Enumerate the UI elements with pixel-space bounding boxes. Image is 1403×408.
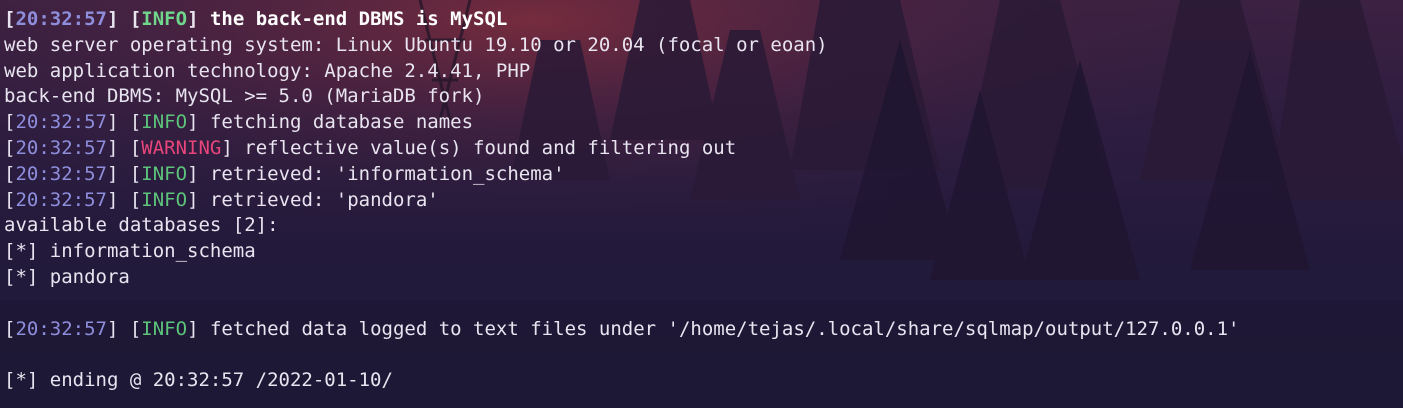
log-line-fetching: [20:32:57] [INFO] fetching database name…	[4, 111, 474, 134]
output-line-ending: [*] ending @ 20:32:57 /2022-01-10/	[4, 369, 393, 392]
level-info: INFO	[141, 111, 188, 134]
log-message: reflective value(s) found and filtering …	[232, 136, 737, 159]
output-line-dbms: back-end DBMS: MySQL >= 5.0 (MariaDB for…	[4, 85, 485, 108]
timestamp: 20:32:57	[15, 136, 107, 159]
log-message: fetching database names	[198, 111, 474, 134]
timestamp: 20:32:57	[15, 317, 107, 340]
output-line-web-tech: web application technology: Apache 2.4.4…	[4, 59, 531, 82]
level-info: INFO	[141, 162, 188, 185]
log-line-output-saved: [20:32:57] [INFO] fetched data logged to…	[4, 317, 1240, 340]
log-message: the back-end DBMS is MySQL	[198, 8, 508, 30]
timestamp: 20:32:57	[15, 188, 107, 211]
log-message: retrieved: 'information_schema'	[198, 162, 565, 185]
level-info: INFO	[141, 8, 188, 30]
log-line-warning: [20:32:57] [WARNING] reflective value(s)…	[4, 136, 737, 159]
log-line-retrieved-2: [20:32:57] [INFO] retrieved: 'pandora'	[4, 188, 439, 211]
log-line-dbms-detected: [20:32:57] [INFO] the back-end DBMS is M…	[4, 8, 508, 30]
output-line-available-databases: available databases [2]:	[4, 214, 279, 237]
level-warning: WARNING	[141, 136, 222, 159]
level-info: INFO	[141, 188, 188, 211]
terminal-output: [20:32:57] [INFO] the back-end DBMS is M…	[0, 0, 1403, 408]
database-list-item: [*] information_schema	[4, 240, 256, 263]
output-line-os: web server operating system: Linux Ubunt…	[4, 33, 828, 56]
level-info: INFO	[141, 317, 188, 340]
log-message: retrieved: 'pandora'	[198, 188, 439, 211]
database-list-item: [*] pandora	[4, 265, 130, 288]
timestamp: 20:32:57	[15, 111, 107, 134]
timestamp: 20:32:57	[15, 8, 107, 30]
log-message: fetched data logged to text files under …	[198, 317, 1240, 340]
timestamp: 20:32:57	[15, 162, 107, 185]
log-line-retrieved-1: [20:32:57] [INFO] retrieved: 'informatio…	[4, 162, 565, 185]
